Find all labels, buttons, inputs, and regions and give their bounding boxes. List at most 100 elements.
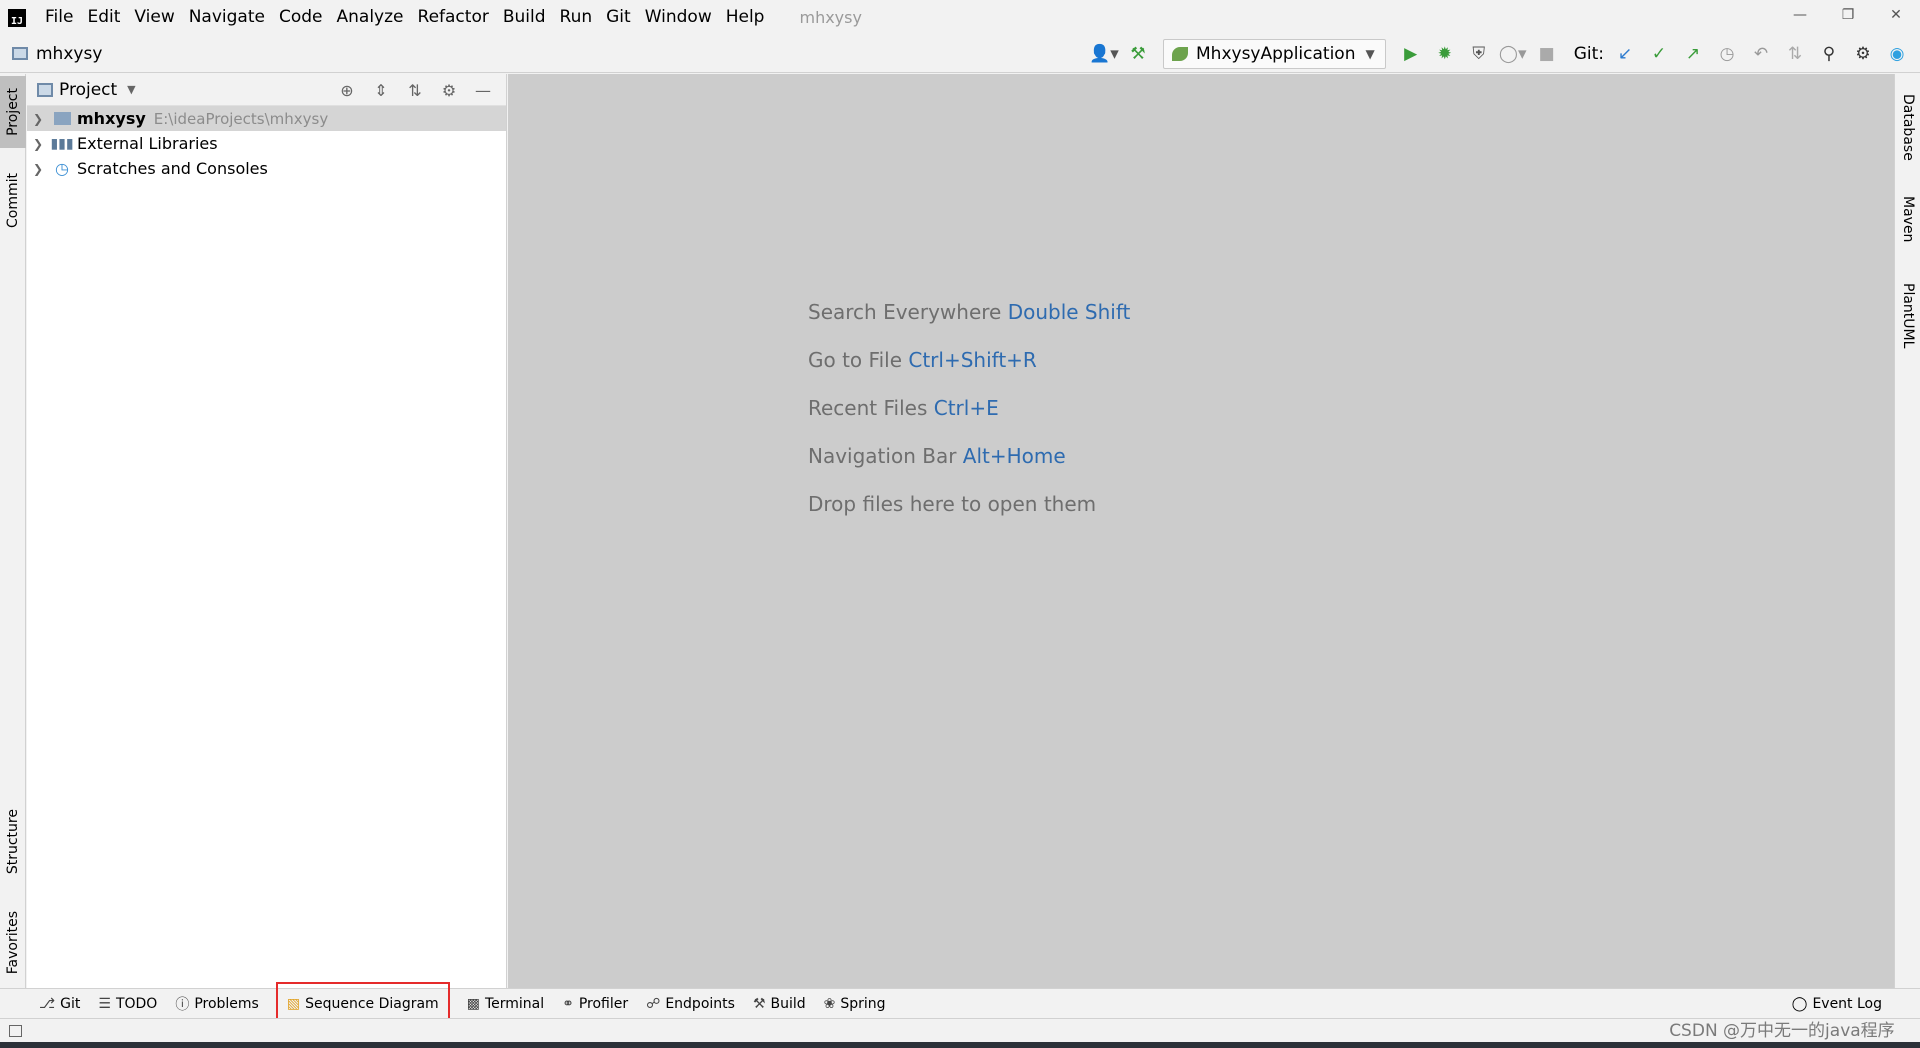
jetbrains-toolbox-icon[interactable]: ◉ [1880, 37, 1914, 71]
nav-project-crumb[interactable]: mhxysy [12, 44, 102, 64]
tool-tab-plantuml[interactable]: PlantUML [1895, 270, 1920, 362]
tool-tab-project[interactable]: Project [0, 76, 26, 148]
tree-item-label: mhxysy [77, 109, 146, 128]
title-bar: IJ File Edit View Navigate Code Analyze … [0, 0, 1920, 35]
intellij-logo-icon: IJ [8, 8, 26, 27]
terminal-icon: ▩ [466, 995, 480, 1012]
status-bar: CSDN @万中无一的java程序员 master [0, 1018, 1920, 1048]
chevron-right-icon[interactable]: ❯ [33, 137, 47, 151]
git-history-icon[interactable]: ◷ [1710, 37, 1744, 71]
hint-text: Navigation Bar [808, 444, 957, 468]
gear-icon[interactable]: ⚙ [1846, 37, 1880, 71]
chevron-down-icon: ▼ [127, 83, 136, 96]
module-folder-icon [53, 111, 71, 127]
list-icon: ☰ [98, 995, 111, 1012]
window-title: mhxysy [799, 8, 862, 27]
minimize-icon[interactable]: — [1776, 0, 1824, 30]
hint-go-to-file: Go to File Ctrl+Shift+R [808, 348, 1037, 372]
collapse-all-icon[interactable]: ⇅ [398, 73, 432, 107]
run-config-select[interactable]: MhxysyApplication ▼ [1163, 39, 1386, 69]
project-panel-title: Project [59, 79, 118, 100]
tree-item-scratches[interactable]: ❯ ◷ Scratches and Consoles [27, 156, 506, 181]
spring-leaf-icon [1172, 47, 1188, 61]
tree-item-project-root[interactable]: ❯ mhxysy E:\ideaProjects\mhxysy [27, 106, 506, 131]
bottom-tab-label: Spring [840, 995, 886, 1012]
hint-drop-files: Drop files here to open them [808, 492, 1096, 516]
bottom-tab-endpoints[interactable]: ☍ Endpoints [637, 989, 744, 1019]
hint-shortcut: Alt+Home [962, 444, 1066, 468]
bottom-tab-git[interactable]: ⎇ Git [30, 989, 89, 1019]
editor-area: Search Everywhere Double Shift Go to Fil… [508, 74, 1894, 988]
taskbar-edge [0, 1042, 1920, 1048]
event-log-label: Event Log [1812, 996, 1882, 1012]
bottom-tab-profiler[interactable]: ⚭ Profiler [553, 989, 637, 1019]
project-view-selector[interactable]: Project ▼ [37, 80, 136, 100]
hint-shortcut: Double Shift [1007, 300, 1131, 324]
menu-help[interactable]: Help [719, 0, 772, 35]
menu-window[interactable]: Window [638, 0, 719, 35]
menu-build[interactable]: Build [496, 0, 553, 35]
left-tool-strip: Project Commit Structure Favorites [0, 74, 26, 988]
search-icon[interactable]: ⚲ [1812, 37, 1846, 71]
git-branches-icon[interactable]: ⇅ [1778, 37, 1812, 71]
menu-edit[interactable]: Edit [80, 0, 127, 35]
expand-all-icon[interactable]: ⇕ [364, 73, 398, 107]
navigation-bar: mhxysy 👤▾ ⚒ MhxysyApplication ▼ ▶ ✹ ⛨ ◯▾… [0, 35, 1920, 73]
bottom-tab-label: Endpoints [665, 995, 735, 1012]
git-push-icon[interactable]: ↗ [1676, 37, 1710, 71]
tool-tab-favorites[interactable]: Favorites [0, 899, 26, 987]
debug-icon[interactable]: ✹ [1428, 37, 1462, 71]
right-tool-strip: Database Maven PlantUML [1894, 74, 1920, 988]
tree-item-path: E:\ideaProjects\mhxysy [153, 109, 329, 128]
tool-tab-maven[interactable]: Maven [1895, 184, 1920, 254]
user-icon[interactable]: 👤▾ [1087, 37, 1121, 71]
toggle-tool-windows-icon[interactable] [9, 1024, 22, 1037]
folder-icon [12, 47, 28, 60]
nav-project-label: mhxysy [36, 43, 103, 64]
menu-git[interactable]: Git [599, 0, 638, 35]
bottom-tab-spring[interactable]: ❀ Spring [815, 989, 895, 1019]
git-branch-icon: ⎇ [39, 995, 56, 1012]
close-icon[interactable]: ✕ [1872, 0, 1920, 30]
restore-icon[interactable]: ❐ [1824, 0, 1872, 30]
tool-tab-commit-label: Commit [5, 172, 21, 228]
chevron-right-icon[interactable]: ❯ [33, 162, 47, 176]
run-config-label: MhxysyApplication [1196, 44, 1356, 64]
run-icon[interactable]: ▶ [1394, 37, 1428, 71]
bottom-tab-terminal[interactable]: ▩ Terminal [458, 989, 553, 1019]
stop-icon[interactable]: ■ [1530, 37, 1564, 71]
build-hammer-icon: ⚒ [752, 995, 766, 1012]
git-update-icon[interactable]: ↙ [1608, 37, 1642, 71]
menu-analyze[interactable]: Analyze [330, 0, 411, 35]
menu-file[interactable]: File [38, 0, 80, 35]
menu-run[interactable]: Run [553, 0, 600, 35]
profile-icon[interactable]: ◯▾ [1496, 37, 1530, 71]
hint-text: Recent Files [808, 396, 928, 420]
hide-icon[interactable]: — [466, 73, 500, 107]
bottom-tab-label: Sequence Diagram [305, 995, 439, 1012]
git-rollback-icon[interactable]: ↶ [1744, 37, 1778, 71]
tree-item-external-libraries[interactable]: ❯ ▮▮▮ External Libraries [27, 131, 506, 156]
event-log-button[interactable]: ◯ Event Log [1792, 989, 1882, 1019]
chevron-right-icon[interactable]: ❯ [33, 112, 47, 126]
coverage-icon[interactable]: ⛨ [1462, 37, 1496, 71]
tree-item-label: Scratches and Consoles [77, 159, 268, 178]
hint-shortcut: Ctrl+E [933, 396, 999, 420]
locate-icon[interactable]: ⊕ [330, 73, 364, 107]
bottom-tab-build[interactable]: ⚒ Build [744, 989, 815, 1019]
tool-tab-favorites-label: Favorites [5, 911, 21, 975]
tool-tab-database[interactable]: Database [1895, 82, 1920, 172]
menu-refactor[interactable]: Refactor [411, 0, 496, 35]
build-hammer-icon[interactable]: ⚒ [1121, 37, 1155, 71]
git-commit-icon[interactable]: ✓ [1642, 37, 1676, 71]
bottom-tab-problems[interactable]: ⓘ Problems [166, 989, 268, 1019]
watermark: CSDN @万中无一的java程序员 master [1632, 1019, 1910, 1048]
spring-icon: ❀ [823, 995, 836, 1012]
menu-code[interactable]: Code [272, 0, 330, 35]
menu-navigate[interactable]: Navigate [182, 0, 272, 35]
menu-view[interactable]: View [127, 0, 181, 35]
bottom-tab-todo[interactable]: ☰ TODO [89, 989, 166, 1019]
tool-tab-commit[interactable]: Commit [0, 164, 26, 236]
gear-icon[interactable]: ⚙ [432, 73, 466, 107]
tool-tab-structure[interactable]: Structure [0, 794, 26, 890]
